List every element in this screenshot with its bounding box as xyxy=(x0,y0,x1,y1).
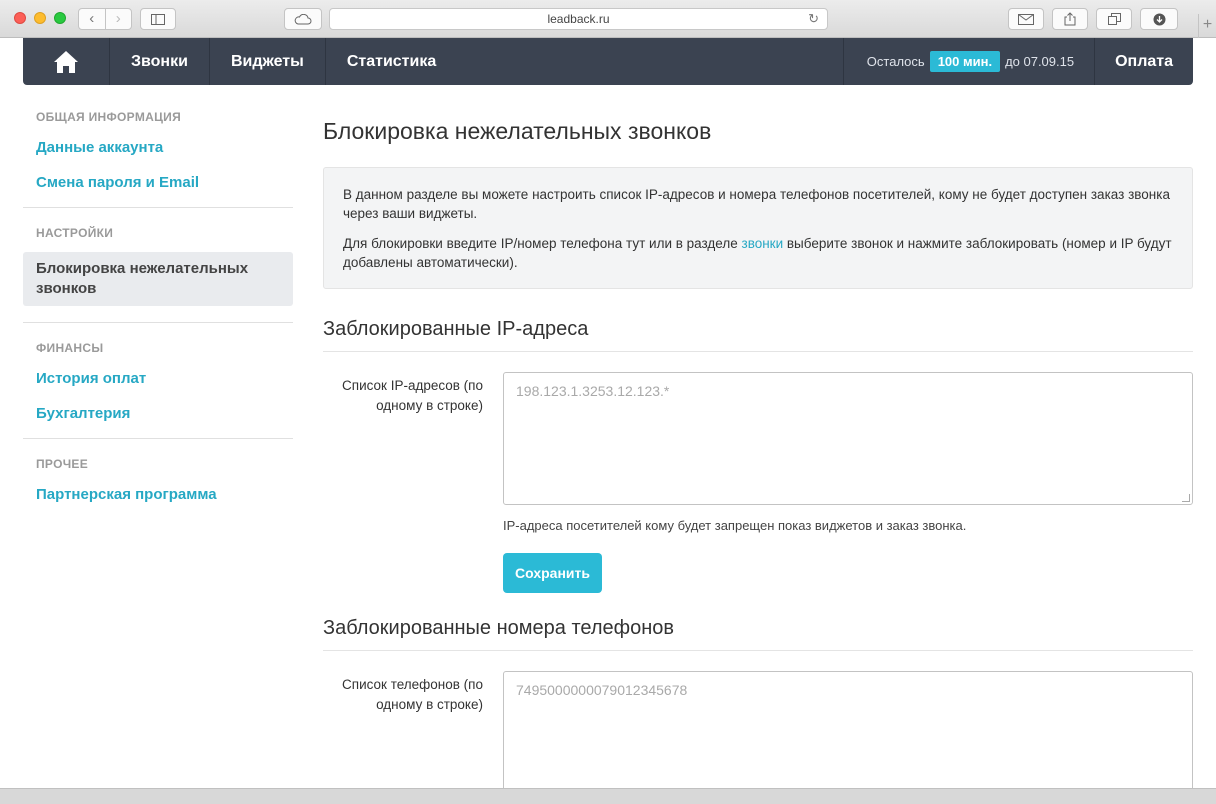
sidebar-item-accounting[interactable]: Бухгалтерия xyxy=(23,405,293,422)
sidebar-item-partner-program[interactable]: Партнерская программа xyxy=(23,486,293,503)
nav-statistics[interactable]: Статистика xyxy=(326,38,457,85)
section-title-finance: ФИНАНСЫ xyxy=(36,341,104,355)
remaining-until: до 07.09.15 xyxy=(1005,54,1075,69)
sidebar-item-payment-history[interactable]: История оплат xyxy=(23,370,293,387)
sidebar-item-account-data[interactable]: Данные аккаунта xyxy=(23,139,293,156)
main-content: Блокировка нежелательных звонков В данно… xyxy=(323,100,1193,791)
close-window-button[interactable] xyxy=(14,12,26,24)
info-paragraph: Для блокировки введите IP/номер телефона… xyxy=(343,234,1173,272)
phone-list-label: Список телефонов (по одному в строке) xyxy=(342,677,483,712)
sidebar-item-change-password[interactable]: Смена пароля и Email xyxy=(23,174,293,191)
home-icon xyxy=(54,50,78,73)
resize-handle-icon[interactable] xyxy=(1182,494,1190,502)
minimize-window-button[interactable] xyxy=(34,12,46,24)
browser-toolbar: ‹ › leadback.ru ↻ + xyxy=(0,0,1216,38)
back-button[interactable]: ‹ xyxy=(79,9,105,29)
cloud-icon xyxy=(294,13,312,24)
download-icon xyxy=(1153,13,1165,25)
phone-list-textarea[interactable]: 7495000000079012345678 xyxy=(503,671,1193,791)
forward-button[interactable]: › xyxy=(104,9,132,29)
phone-list-placeholder: 7495000000079012345678 xyxy=(516,682,688,698)
ip-field-group: 198.123.1.3253.12.123.* IP-адреса посети… xyxy=(503,372,1193,593)
info-box: В данном разделе вы можете настроить спи… xyxy=(323,167,1193,289)
payment-button[interactable]: Оплата xyxy=(1094,38,1193,85)
history-navigation: ‹ › xyxy=(78,8,132,30)
icloud-tabs-button[interactable] xyxy=(284,8,322,30)
envelope-icon xyxy=(1018,13,1034,25)
tabs-overview-button[interactable] xyxy=(1096,8,1132,30)
downloads-button[interactable] xyxy=(1140,8,1178,30)
new-tab-button[interactable]: + xyxy=(1198,14,1216,38)
home-button[interactable] xyxy=(23,38,110,85)
info-paragraph: В данном разделе вы можете настроить спи… xyxy=(343,187,1170,221)
window-bottom-edge xyxy=(0,788,1216,804)
sidebar-icon xyxy=(151,13,165,25)
ip-help-text: IP-адреса посетителей кому будет запреще… xyxy=(503,518,967,533)
sidebar-toggle-button[interactable] xyxy=(140,8,176,30)
url-text: leadback.ru xyxy=(547,12,610,26)
remaining-label: Осталось xyxy=(866,54,925,69)
minutes-badge: 100 мин. xyxy=(929,51,1001,72)
info-text: Для блокировки введите IP/номер телефона… xyxy=(343,236,742,251)
address-bar[interactable]: leadback.ru ↻ xyxy=(329,8,828,30)
ip-list-label: Список IP-адресов (по одному в строке) xyxy=(342,378,483,413)
phone-form-row: Список телефонов (по одному в строке) 74… xyxy=(323,671,1193,791)
share-button[interactable] xyxy=(1052,8,1088,30)
sidebar-divider xyxy=(23,438,293,439)
page-title: Блокировка нежелательных звонков xyxy=(323,118,712,144)
calls-link[interactable]: звонки xyxy=(742,236,784,251)
phone-section-heading: Заблокированные номера телефонов xyxy=(323,617,1193,651)
ip-form-row: Список IP-адресов (по одному в строке) 1… xyxy=(323,372,1193,593)
section-title-settings: НАСТРОЙКИ xyxy=(36,226,114,240)
save-button[interactable]: Сохранить xyxy=(503,553,602,593)
settings-sidebar: ОБЩАЯ ИНФОРМАЦИЯ Данные аккаунта Смена п… xyxy=(23,100,293,503)
ip-list-placeholder: 198.123.1.3253.12.123.* xyxy=(516,383,670,399)
sidebar-divider xyxy=(23,322,293,323)
app-navbar: Звонки Виджеты Статистика Осталось 100 м… xyxy=(23,38,1193,85)
ip-list-textarea[interactable]: 198.123.1.3253.12.123.* xyxy=(503,372,1193,505)
ip-section-heading: Заблокированные IP-адреса xyxy=(323,318,1193,352)
zoom-window-button[interactable] xyxy=(54,12,66,24)
share-email-button[interactable] xyxy=(1008,8,1044,30)
nav-widgets[interactable]: Виджеты xyxy=(210,38,326,85)
phone-field-group: 7495000000079012345678 xyxy=(503,671,1193,791)
share-icon xyxy=(1064,12,1076,26)
section-title-general: ОБЩАЯ ИНФОРМАЦИЯ xyxy=(36,110,182,124)
reload-icon[interactable]: ↻ xyxy=(808,9,819,29)
tabs-icon xyxy=(1107,13,1121,25)
section-title-other: ПРОЧЕЕ xyxy=(36,457,89,471)
sidebar-item-call-blocking[interactable]: Блокировка нежелательных звонков xyxy=(23,252,293,306)
nav-calls[interactable]: Звонки xyxy=(110,38,210,85)
remaining-minutes: Осталось 100 мин. до 07.09.15 xyxy=(842,38,1094,85)
sidebar-divider xyxy=(23,207,293,208)
